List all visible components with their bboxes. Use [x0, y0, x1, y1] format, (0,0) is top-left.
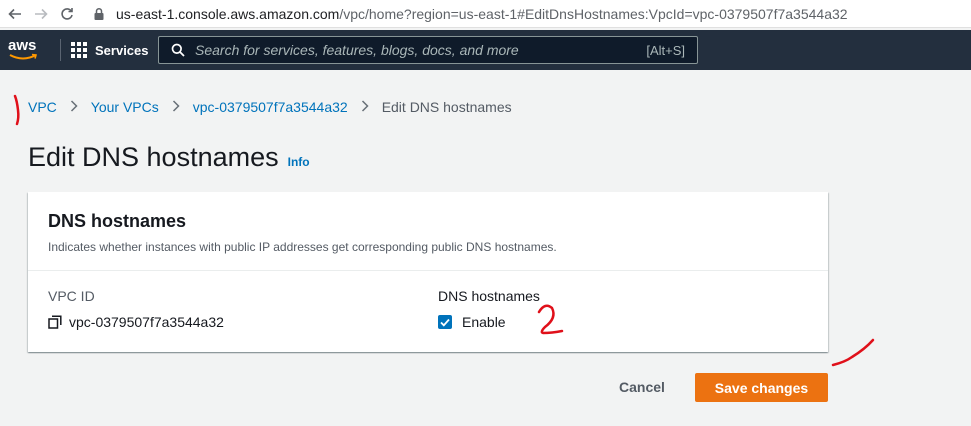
aws-logo[interactable]: aws [8, 36, 42, 64]
enable-dns-hostnames-checkbox-row[interactable]: Enable [438, 314, 506, 330]
breadcrumb-your-vpcs[interactable]: Your VPCs [91, 99, 159, 115]
vpc-id-label: VPC ID [48, 288, 95, 304]
browser-address-bar: us-east-1.console.aws.amazon.com/vpc/hom… [0, 0, 971, 28]
breadcrumb-current: Edit DNS hostnames [381, 99, 512, 115]
reload-icon[interactable] [54, 1, 80, 27]
chevron-right-icon [70, 99, 78, 115]
annotation-checkmark [831, 338, 875, 367]
search-icon [171, 43, 185, 57]
services-label: Services [95, 42, 149, 58]
breadcrumb-vpc-id[interactable]: vpc-0379507f7a3544a32 [193, 99, 348, 115]
url-host: us-east-1.console.aws.amazon.com [116, 5, 340, 22]
breadcrumb-vpc[interactable]: VPC [28, 99, 57, 115]
vpc-id-value-row: vpc-0379507f7a3544a32 [48, 314, 224, 330]
info-link[interactable]: Info [288, 155, 310, 169]
back-arrow-icon[interactable] [2, 1, 28, 27]
forward-arrow-icon[interactable] [28, 1, 54, 27]
services-menu-button[interactable]: Services [71, 42, 149, 58]
aws-top-navigation: aws Services [Alt+S] [0, 30, 971, 70]
dns-hostnames-container: DNS hostnames Indicates whether instance… [28, 192, 828, 352]
chevron-right-icon [172, 99, 180, 115]
panel-title: DNS hostnames [48, 211, 187, 231]
panel-description: Indicates whether instances with public … [48, 240, 557, 254]
search-shortcut: [Alt+S] [646, 42, 685, 58]
copy-icon[interactable] [48, 315, 62, 329]
page-header: Edit DNS hostnames Info [28, 142, 310, 173]
vpc-id-value: vpc-0379507f7a3544a32 [69, 314, 224, 330]
breadcrumb: VPC Your VPCs vpc-0379507f7a3544a32 Edit… [28, 99, 512, 115]
enable-checkbox-label[interactable]: Enable [462, 314, 506, 330]
url-text[interactable]: us-east-1.console.aws.amazon.com/vpc/hom… [116, 6, 848, 22]
cancel-button[interactable]: Cancel [604, 374, 680, 400]
checkmark-icon [440, 318, 450, 327]
url-path: /vpc/home?region=us-east-1#EditDnsHostna… [339, 5, 848, 22]
panel-header: DNS hostnames Indicates whether instance… [28, 192, 828, 271]
enable-checkbox[interactable] [438, 315, 452, 329]
chevron-right-icon [361, 99, 369, 115]
panel-body: VPC ID vpc-0379507f7a3544a32 DNS hostnam… [28, 271, 828, 351]
lock-icon [94, 7, 104, 20]
page-title: Edit DNS hostnames [28, 142, 279, 172]
dns-hostnames-field-label: DNS hostnames [438, 288, 540, 304]
aws-smile-icon [9, 53, 38, 60]
search-input[interactable] [195, 42, 647, 58]
header-divider [60, 39, 61, 61]
aws-logo-text: aws [8, 37, 37, 54]
search-bar[interactable]: [Alt+S] [158, 36, 698, 64]
grid-icon [71, 42, 87, 58]
save-changes-button[interactable]: Save changes [695, 373, 828, 402]
